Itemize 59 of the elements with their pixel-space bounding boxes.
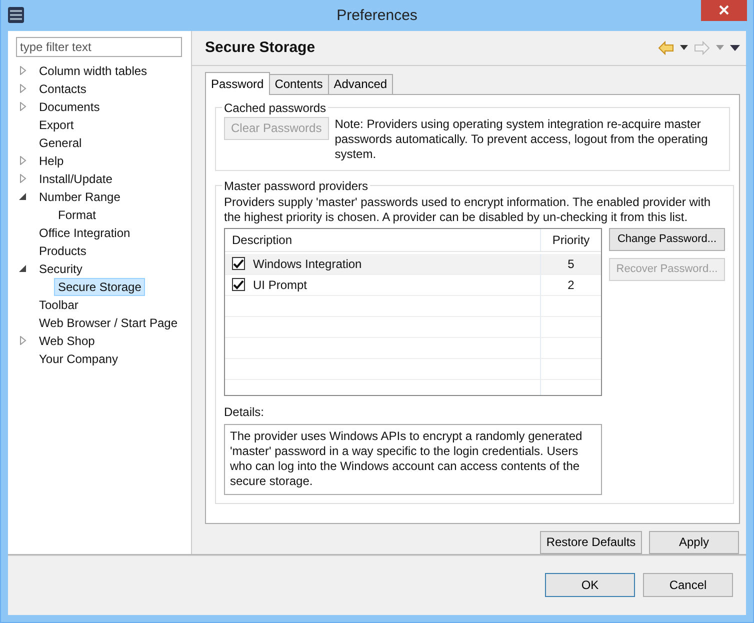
dropdown-icon[interactable] [680,44,688,51]
tab[interactable]: Password [205,72,270,95]
details-text: The provider uses Windows APIs to encrypt a randomly generated 'master' password in a way specific to the login credentials. Users who can log into the Windows account can access contents of the secure storage. [224,424,602,495]
collapse-icon[interactable] [19,192,27,202]
expand-icon[interactable] [19,102,27,112]
tab[interactable]: Contents [268,74,329,94]
tree-item[interactable]: Documents [35,98,104,116]
table-row[interactable]: Windows Integration 5 [225,254,601,275]
expand-icon[interactable] [19,66,27,76]
tree-item[interactable]: Security [35,260,86,278]
table-cell: UI Prompt [253,278,308,292]
filter-field[interactable]: type filter text [16,36,182,57]
expand-icon[interactable] [19,174,27,184]
expand-icon[interactable] [19,84,27,94]
close-button[interactable] [701,0,747,21]
page-title: Secure Storage [205,39,316,56]
tree-item[interactable]: Column width tables [35,62,152,80]
tree-item[interactable]: Web Browser / Start Page [35,314,182,332]
tree-item[interactable]: Your Company [35,350,122,368]
table-cell: 2 [568,278,574,292]
password-button[interactable]: Change Password... [609,228,725,251]
app-icon [7,6,25,24]
tree-item[interactable]: Web Shop [35,332,99,350]
tree-item[interactable]: Toolbar [35,296,82,314]
tree-item[interactable]: Contacts [35,80,90,98]
table-row[interactable]: UI Prompt 2 [225,274,601,296]
apply-button[interactable]: Apply [649,530,739,554]
column-header[interactable]: Priority [541,228,601,251]
tree-item[interactable]: Export [35,116,78,134]
details-label: Details: [224,404,266,419]
tree-item[interactable]: Products [35,242,90,260]
back-arrow-icon[interactable] [658,40,674,55]
table-cell: 5 [568,256,574,271]
expand-icon[interactable] [19,336,27,346]
table-cell: Windows Integration [253,256,362,271]
checkbox[interactable] [232,278,245,292]
column-header[interactable]: Description [225,228,541,251]
expand-icon[interactable] [19,156,27,166]
tree-item[interactable]: Help [35,152,68,170]
restore-defaults-button[interactable]: Restore Defaults [540,530,642,554]
menu-icon[interactable] [730,44,740,51]
checkbox[interactable] [232,257,245,270]
note-text: Note: Providers using operating system integration re-acquire master passwords automatically. To prevent access, logout from the operating system. [334,116,709,162]
window-title: Preferences [336,7,418,24]
forward-arrow-icon[interactable] [694,40,710,55]
tree-item[interactable]: Secure Storage [54,278,146,296]
tab[interactable]: Advanced [328,74,394,94]
ok-button[interactable]: OK [545,573,635,598]
group-title: Master password providers [223,178,370,193]
group-title: Cached passwords [223,100,328,115]
description-text: Providers supply 'master' passwords used to encrypt information. The enabled provider with the highest priority is chosen. A provider can be disabled by un-checking it from this list. [224,194,712,225]
tree-item[interactable]: Number Range [35,188,124,206]
tree-item[interactable]: Install/Update [35,170,116,188]
tree-item[interactable]: General [35,134,86,152]
close-icon [718,4,730,16]
tree-item[interactable]: Office Integration [35,224,134,242]
tree-item[interactable]: Format [54,206,100,224]
cancel-button[interactable]: Cancel [643,573,733,598]
collapse-icon[interactable] [19,264,27,274]
